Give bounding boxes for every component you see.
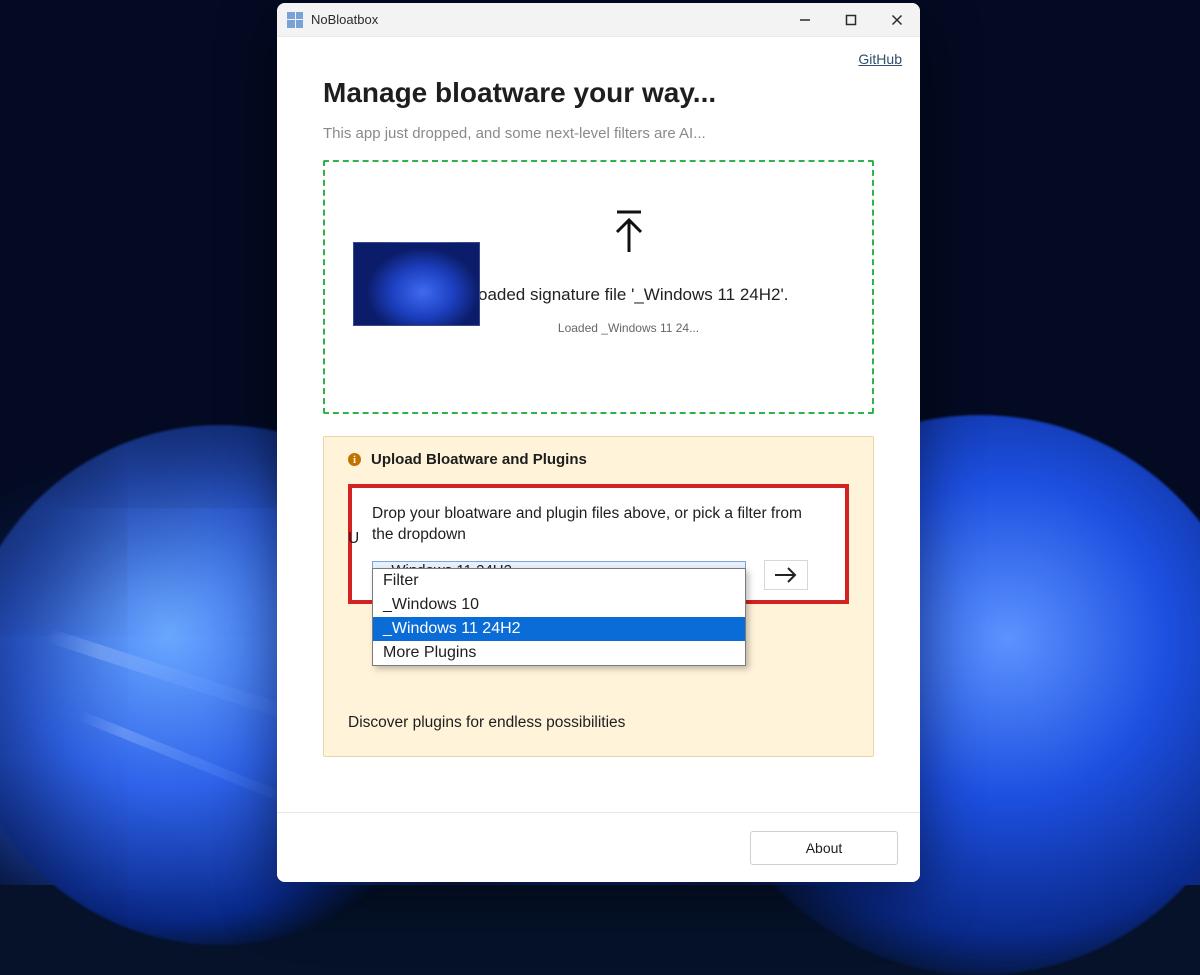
filter-option-windows-10[interactable]: _Windows 10 bbox=[373, 593, 745, 617]
footer: About bbox=[277, 812, 920, 882]
panel-title: Upload Bloatware and Plugins bbox=[371, 451, 587, 468]
filter-highlight-box: Drop your bloatware and plugin files abo… bbox=[348, 484, 849, 604]
maximize-button[interactable] bbox=[828, 3, 874, 37]
upload-arrow-icon bbox=[609, 210, 649, 259]
info-icon: i bbox=[348, 453, 361, 466]
obscured-label: U bbox=[348, 530, 359, 548]
dropzone-message: Loaded signature file '_Windows 11 24H2'… bbox=[469, 285, 789, 305]
github-link[interactable]: GitHub bbox=[858, 51, 902, 67]
filter-option-filter[interactable]: Filter bbox=[373, 569, 745, 593]
close-button[interactable] bbox=[874, 3, 920, 37]
page-title: Manage bloatware your way... bbox=[323, 77, 874, 109]
upload-panel: i Upload Bloatware and Plugins Drop your… bbox=[323, 436, 874, 757]
discover-plugins-text: Discover plugins for endless possibiliti… bbox=[348, 714, 849, 732]
dropzone-loaded-short: Loaded _Windows 11 24... bbox=[469, 321, 789, 335]
app-icon bbox=[287, 12, 303, 28]
app-window: NoBloatbox GitHub Manage bloatware your … bbox=[277, 3, 920, 882]
content-area: GitHub Manage bloatware your way... This… bbox=[277, 37, 920, 812]
window-title: NoBloatbox bbox=[311, 12, 378, 27]
filter-option-windows-11-24h2[interactable]: _Windows 11 24H2 bbox=[373, 617, 745, 641]
titlebar[interactable]: NoBloatbox bbox=[277, 3, 920, 37]
window-controls bbox=[782, 3, 920, 37]
panel-instruction: Drop your bloatware and plugin files abo… bbox=[372, 504, 825, 546]
apply-filter-button[interactable] bbox=[764, 560, 808, 590]
page-subtitle: This app just dropped, and some next-lev… bbox=[323, 125, 874, 142]
signature-thumbnail bbox=[353, 242, 480, 326]
minimize-button[interactable] bbox=[782, 3, 828, 37]
filter-dropdown-list: Filter _Windows 10 _Windows 11 24H2 More… bbox=[372, 568, 746, 666]
about-button[interactable]: About bbox=[750, 831, 898, 865]
filter-option-more-plugins[interactable]: More Plugins bbox=[373, 641, 745, 665]
signature-dropzone[interactable]: Loaded signature file '_Windows 11 24H2'… bbox=[323, 160, 874, 414]
